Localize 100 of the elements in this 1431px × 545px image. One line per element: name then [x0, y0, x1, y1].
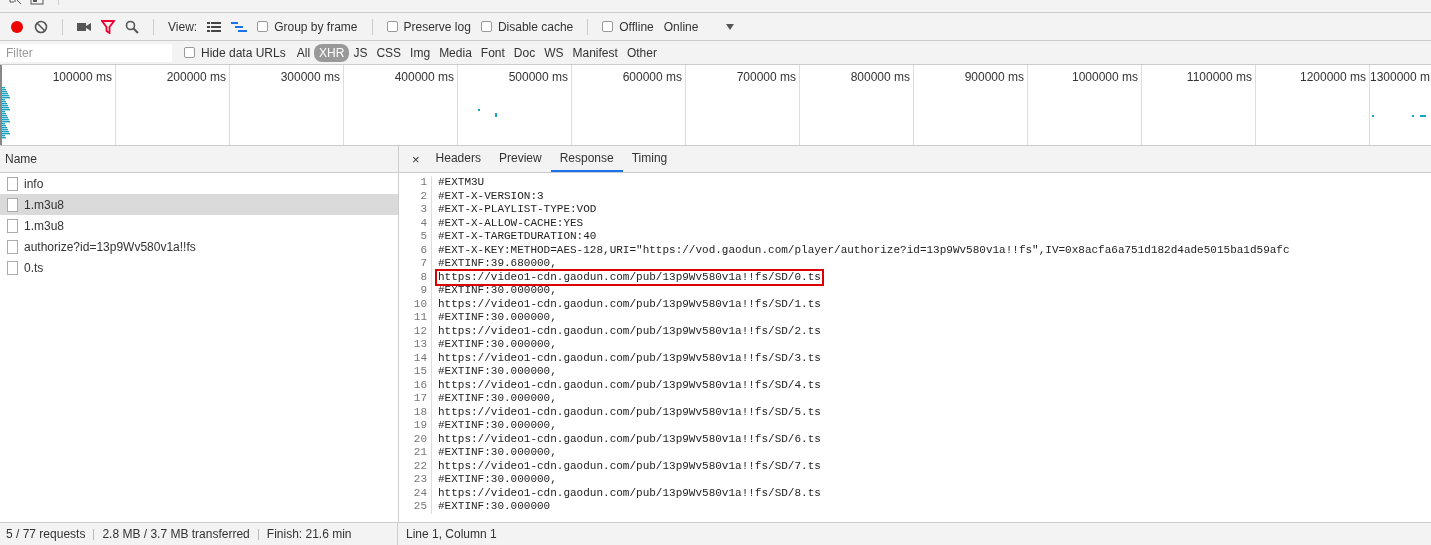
line-number: 23 — [399, 473, 432, 487]
resource-type-filter[interactable]: JS — [348, 43, 373, 62]
line-number: 19 — [399, 419, 432, 433]
line-number: 25 — [399, 500, 432, 514]
status-text: 2.8 MB / 3.7 MB transferred — [102, 528, 259, 540]
detail-tab[interactable]: Timing — [622, 146, 677, 172]
code-line: #EXT-X-PLAYLIST-TYPE:VOD — [437, 202, 598, 217]
line-number: 20 — [399, 432, 432, 446]
line-number: 12 — [399, 324, 432, 338]
request-row[interactable]: info — [0, 173, 398, 194]
line-number: 10 — [399, 297, 432, 311]
file-icon — [7, 260, 18, 275]
checkbox-label: Disable cache — [497, 19, 574, 34]
resource-type-filter[interactable]: WS — [539, 43, 569, 62]
checkbox-label: Group by frame — [274, 19, 358, 34]
waterfall-drawing — [2, 87, 12, 141]
line-number: 4 — [399, 216, 432, 230]
timeline-tick: 700000 ms — [736, 70, 796, 84]
line-number: 15 — [399, 365, 432, 379]
checkbox-box[interactable] — [386, 21, 398, 32]
checkbox[interactable]: Preserve log — [386, 19, 471, 34]
resource-type-filter[interactable]: All — [291, 43, 316, 62]
detail-tab[interactable]: Response — [550, 146, 623, 172]
resource-type-filter[interactable]: Doc — [508, 43, 541, 62]
code-line: https://video1-cdn.gaodun.com/pub/13p9Wv580v1a!!fs/SD/7.ts — [437, 458, 822, 474]
checkbox-box[interactable] — [480, 21, 492, 32]
resource-type-filter[interactable]: Media — [434, 43, 477, 62]
resource-type-filter[interactable]: Img — [405, 43, 436, 62]
detail-tab[interactable]: Preview — [489, 146, 551, 172]
detail-tab[interactable]: Headers — [426, 146, 490, 172]
checkbox[interactable]: Hide data URLs — [184, 45, 286, 60]
timeline-tick: 1300000 m — [1370, 70, 1431, 84]
code-line: #EXTINF:39.680000, — [437, 256, 558, 271]
line-number: 17 — [399, 392, 432, 406]
timeline-tick: 1200000 ms — [1299, 70, 1366, 84]
code-line: #EXT-X-ALLOW-CACHE:YES — [437, 215, 585, 231]
resource-type-filter[interactable]: Manifest — [567, 43, 623, 62]
checkbox-box[interactable] — [602, 21, 614, 32]
code-line: #EXTINF:30.000000, — [437, 283, 558, 298]
code-line: #EXTINF:30.000000, — [437, 337, 558, 352]
request-row[interactable]: 1.m3u8 — [0, 215, 398, 236]
code-line: https://video1-cdn.gaodun.com/pub/13p9Wv580v1a!!fs/SD/1.ts — [437, 296, 822, 312]
request-name: 1.m3u8 — [24, 197, 65, 212]
throttling-dropdown[interactable]: Online — [663, 19, 699, 34]
code-line: #EXTINF:30.000000, — [437, 310, 558, 325]
checkbox-label: Hide data URLs — [201, 45, 286, 60]
caret-icon[interactable] — [726, 23, 735, 30]
column-header[interactable]: Name — [5, 152, 37, 166]
code-line: https://video1-cdn.gaodun.com/pub/13p9Wv580v1a!!fs/SD/8.ts — [437, 485, 822, 501]
timeline-tick: 1100000 ms — [1186, 70, 1252, 84]
code-line: #EXTINF:30.000000, — [437, 418, 558, 433]
request-row[interactable]: 0.ts — [0, 257, 398, 278]
line-number: 2 — [399, 189, 432, 203]
request-row[interactable]: authorize?id=13p9Wv580v1a!!fs — [0, 236, 398, 257]
status-text: 5 / 77 requests — [6, 528, 95, 540]
file-icon — [7, 218, 18, 233]
code-line: https://video1-cdn.gaodun.com/pub/13p9Wv580v1a!!fs/SD/3.ts — [437, 350, 822, 366]
line-number: 13 — [399, 338, 432, 352]
timeline-tick: 200000 ms — [166, 70, 226, 84]
list-view-icon[interactable] — [207, 20, 222, 33]
code-line: https://video1-cdn.gaodun.com/pub/13p9Wv580v1a!!fs/SD/4.ts — [437, 377, 822, 393]
resource-type-filter[interactable]: Font — [475, 43, 510, 62]
timeline-tick: 600000 ms — [622, 70, 682, 84]
filter-icon[interactable] — [101, 19, 115, 34]
request-name: 0.ts — [24, 260, 44, 275]
code-line: #EXT-X-TARGETDURATION:40 — [437, 229, 598, 244]
filter-field[interactable]: Filter — [0, 43, 172, 62]
view-label: View: — [168, 19, 198, 34]
line-number: 22 — [399, 459, 432, 473]
waterfall-view-icon[interactable] — [231, 20, 248, 33]
code-line: https://video1-cdn.gaodun.com/pub/13p9Wv580v1a!!fs/SD/5.ts — [437, 404, 822, 420]
line-number: 9 — [399, 284, 432, 298]
timeline-tick: 900000 ms — [964, 70, 1024, 84]
close-button[interactable]: × — [405, 146, 427, 172]
request-name: info — [24, 176, 44, 191]
line-number: 8 — [399, 270, 432, 284]
line-number: 3 — [399, 203, 432, 217]
code-line: #EXTINF:30.000000, — [437, 445, 558, 460]
line-number: 7 — [399, 257, 432, 271]
resource-type-filter[interactable]: CSS — [371, 43, 407, 62]
file-icon — [7, 176, 18, 191]
checkbox[interactable]: Offline — [602, 19, 654, 34]
code-line: #EXT-X-VERSION:3 — [437, 188, 545, 204]
request-name: 1.m3u8 — [24, 218, 65, 233]
checkbox-box[interactable] — [257, 21, 269, 32]
line-number: 1 — [399, 176, 432, 190]
record-button[interactable] — [10, 19, 24, 34]
file-icon — [7, 197, 18, 212]
checkbox[interactable]: Disable cache — [480, 19, 574, 34]
timeline-tick: 400000 ms — [394, 70, 454, 84]
timeline-tick: 100000 ms — [52, 70, 112, 84]
clear-icon[interactable] — [34, 19, 48, 34]
checkbox-box[interactable] — [184, 47, 195, 58]
timeline-tick: 800000 ms — [850, 70, 910, 84]
checkbox[interactable]: Group by frame — [257, 19, 358, 34]
search-icon[interactable] — [125, 19, 139, 34]
request-row[interactable]: 1.m3u8 — [0, 194, 398, 215]
camera-icon[interactable] — [77, 20, 91, 33]
timeline-tick: 300000 ms — [280, 70, 340, 84]
resource-type-filter[interactable]: Other — [621, 43, 662, 62]
